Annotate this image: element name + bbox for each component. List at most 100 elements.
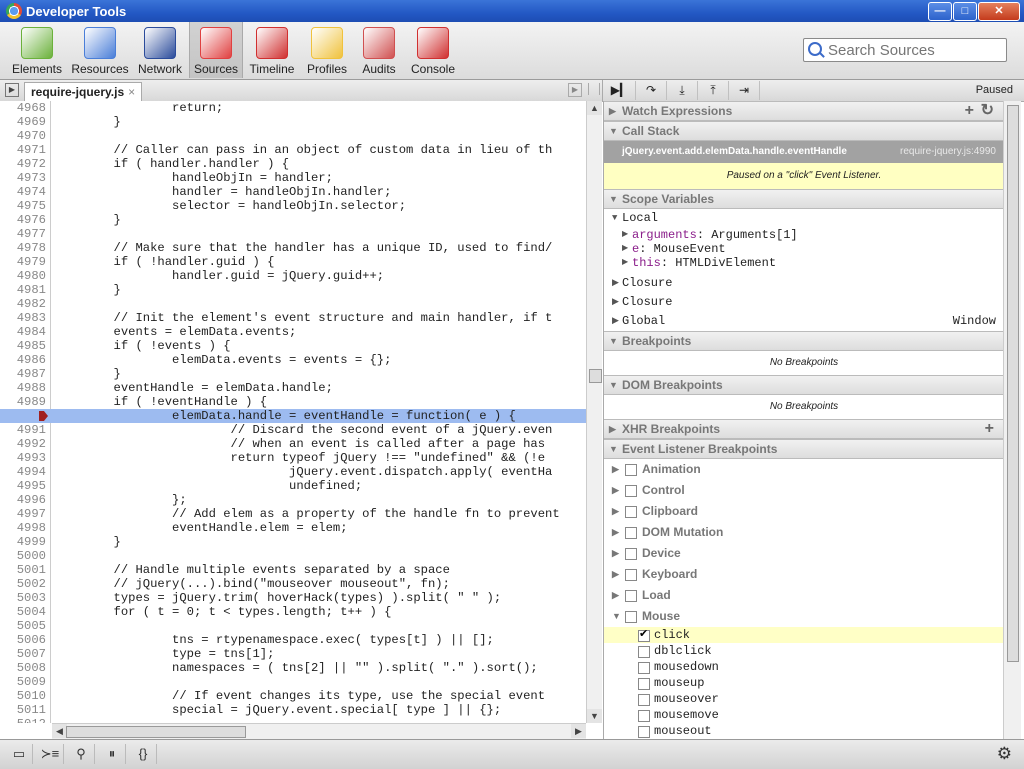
split-toggle-icon[interactable] — [588, 83, 600, 95]
expand-icon[interactable]: ▶ — [612, 585, 619, 606]
event-mouseover[interactable]: mouseover — [604, 691, 1004, 707]
category-checkbox[interactable] — [625, 590, 637, 602]
code-line[interactable]: 4994 jQuery.event.dispatch.apply( eventH… — [0, 465, 586, 479]
event-click[interactable]: click — [604, 627, 1004, 643]
line-number[interactable]: 5010 — [0, 689, 46, 703]
line-number[interactable]: 4974 — [0, 185, 46, 199]
tab-profiles[interactable]: Profiles — [303, 22, 351, 78]
pause-exceptions-button[interactable]: ⏸ — [99, 744, 126, 764]
hscroll-thumb[interactable] — [66, 726, 246, 738]
event-category-animation[interactable]: ▶ Animation — [604, 459, 1004, 480]
code-line[interactable]: 4981 } — [0, 283, 586, 297]
breakpoint-marker-icon[interactable] — [39, 411, 48, 421]
search-sources-input[interactable] — [826, 40, 1006, 60]
collapse-icon[interactable]: ▼ — [612, 606, 621, 627]
close-tab-icon[interactable]: × — [128, 85, 135, 99]
pretty-print-button[interactable]: {} — [130, 744, 157, 764]
event-mousemove[interactable]: mousemove — [604, 707, 1004, 723]
code-line[interactable]: 5002 // jQuery(...).bind("mouseover mous… — [0, 577, 586, 591]
line-number[interactable]: 4977 — [0, 227, 46, 241]
tab-timeline[interactable]: Timeline — [247, 22, 297, 78]
code-line[interactable]: 4979 if ( !handler.guid ) { — [0, 255, 586, 269]
event-checkbox[interactable] — [638, 694, 650, 706]
code-line[interactable]: 4985 if ( !events ) { — [0, 339, 586, 353]
line-number[interactable]: 4997 — [0, 507, 46, 521]
event-listener-breakpoints-header[interactable]: ▼ Event Listener Breakpoints — [604, 439, 1004, 459]
code-line[interactable]: 5011 special = jQuery.event.special[ typ… — [0, 703, 586, 717]
event-checkbox[interactable] — [638, 646, 650, 658]
code-line[interactable]: 4987 } — [0, 367, 586, 381]
code-line[interactable]: 5005 — [0, 619, 586, 633]
code-line[interactable]: 4977 — [0, 227, 586, 241]
line-number[interactable]: 5004 — [0, 605, 46, 619]
event-dblclick[interactable]: dblclick — [604, 643, 1004, 659]
line-number[interactable]: 4970 — [0, 129, 46, 143]
code-line[interactable]: 4971 // Caller can pass in an object of … — [0, 143, 586, 157]
line-number[interactable]: 5003 — [0, 591, 46, 605]
code-editor[interactable]: 4968 return; 4969 } 4970 4971 // Caller can… — [0, 101, 586, 723]
code-line[interactable]: 5006 tns = rtypenamespace.exec( types[t]… — [0, 633, 586, 647]
close-button[interactable]: ✕ — [978, 2, 1020, 21]
tab-sources[interactable]: Sources — [189, 22, 243, 78]
line-number[interactable]: 4985 — [0, 339, 46, 353]
code-line[interactable]: 4993 return typeof jQuery !== "undefined… — [0, 451, 586, 465]
step-into-button[interactable]: ⤓ — [667, 81, 698, 100]
scroll-up-icon[interactable]: ▲ — [587, 101, 602, 115]
line-number[interactable]: 4978 — [0, 241, 46, 255]
line-number[interactable]: 5011 — [0, 703, 46, 717]
code-line[interactable]: 4974 handler = handleObjIn.handler; — [0, 185, 586, 199]
scope-closure[interactable]: ▶ Closure — [604, 293, 1004, 312]
event-category-dom-mutation[interactable]: ▶ DOM Mutation — [604, 522, 1004, 543]
code-line[interactable]: 4976 } — [0, 213, 586, 227]
category-checkbox[interactable] — [625, 527, 637, 539]
code-line[interactable]: 5009 — [0, 675, 586, 689]
tab-network[interactable]: Network — [137, 22, 183, 78]
event-mousedown[interactable]: mousedown — [604, 659, 1004, 675]
line-number[interactable]: 4995 — [0, 479, 46, 493]
line-number[interactable]: 4994 — [0, 465, 46, 479]
event-mouseup[interactable]: mouseup — [604, 675, 1004, 691]
line-number[interactable]: 4982 — [0, 297, 46, 311]
code-line[interactable]: 4984 events = elemData.events; — [0, 325, 586, 339]
line-number[interactable]: 4999 — [0, 535, 46, 549]
sidebar-scroll-thumb[interactable] — [1007, 105, 1019, 662]
line-number[interactable]: 5007 — [0, 647, 46, 661]
toggle-navigator-icon[interactable]: ▶ — [5, 83, 19, 97]
event-category-device[interactable]: ▶ Device — [604, 543, 1004, 564]
code-line[interactable]: 5007 type = tns[1]; — [0, 647, 586, 661]
scroll-down-icon[interactable]: ▼ — [587, 709, 602, 723]
add-xhr-breakpoint-icon[interactable]: + — [985, 420, 994, 438]
tab-console[interactable]: Console — [407, 22, 459, 78]
minimize-button[interactable]: — — [928, 2, 952, 21]
call-frame[interactable]: jQuery.event.add.elemData.handle.eventHa… — [604, 141, 1004, 163]
xhr-breakpoints-header[interactable]: ▶ XHR Breakpoints + — [604, 419, 1004, 439]
call-stack-header[interactable]: ▼ Call Stack — [604, 121, 1004, 141]
scope-variables-header[interactable]: ▼ Scope Variables — [604, 189, 1004, 209]
line-number[interactable]: 5002 — [0, 577, 46, 591]
gear-icon[interactable]: ⚙ — [997, 744, 1012, 764]
expand-icon[interactable]: ▶ — [612, 501, 619, 522]
line-number[interactable]: 4971 — [0, 143, 46, 157]
code-line[interactable]: 4975 selector = handleObjIn.selector; — [0, 199, 586, 213]
code-line[interactable]: 4973 handleObjIn = handler; — [0, 171, 586, 185]
event-checkbox[interactable] — [638, 627, 650, 643]
line-number[interactable]: 4976 — [0, 213, 46, 227]
line-number[interactable]: 5009 — [0, 675, 46, 689]
category-checkbox[interactable] — [625, 464, 637, 476]
add-watch-icon[interactable]: + — [965, 102, 974, 120]
line-number[interactable]: 4981 — [0, 283, 46, 297]
expand-icon[interactable]: ▶ — [612, 480, 619, 501]
line-number[interactable]: 4972 — [0, 157, 46, 171]
category-checkbox[interactable] — [625, 611, 637, 623]
code-line[interactable]: 4969 } — [0, 115, 586, 129]
event-checkbox[interactable] — [638, 726, 650, 738]
line-number[interactable]: 4992 — [0, 437, 46, 451]
event-checkbox[interactable] — [638, 678, 650, 690]
tab-elements[interactable]: Elements — [11, 22, 63, 78]
line-number[interactable]: 5006 — [0, 633, 46, 647]
file-tab-require-jquery[interactable]: require-jquery.js × — [24, 82, 143, 101]
scroll-left-icon[interactable]: ◀ — [52, 724, 67, 738]
event-checkbox[interactable] — [638, 662, 650, 674]
search-button[interactable]: ⚲ — [68, 744, 95, 764]
sidebar-scrollbar[interactable] — [1003, 101, 1021, 739]
